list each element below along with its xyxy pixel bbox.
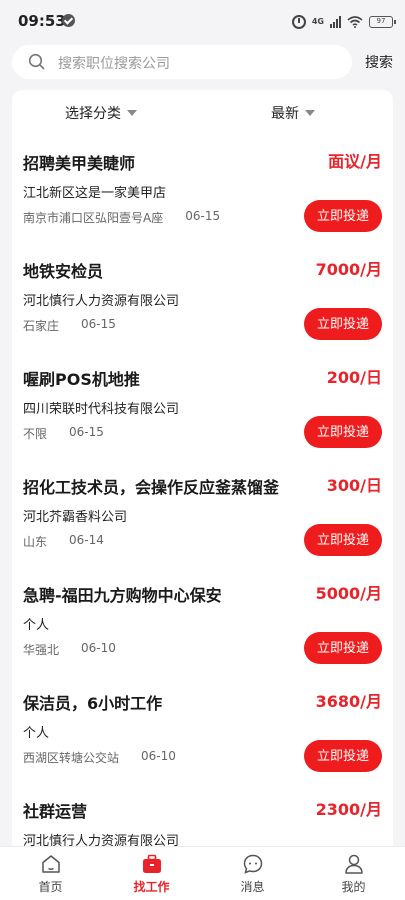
job-date: 06-15 <box>69 425 104 439</box>
apply-button[interactable]: 立即投递 <box>304 308 382 340</box>
job-salary: 面议/月 <box>328 152 382 171</box>
job-date: 06-10 <box>81 641 116 655</box>
job-meta: 山东 06-14 <box>23 533 104 550</box>
job-location: 华强北 <box>23 643 60 657</box>
search-button[interactable]: 搜索 <box>365 52 393 72</box>
job-meta: 西湖区转塘公交站 06-10 <box>23 749 176 766</box>
apply-button[interactable]: 立即投递 <box>304 200 382 232</box>
caret-down-icon <box>127 110 137 116</box>
job-company: 河北芥霸香料公司 <box>23 510 128 525</box>
tab-home[interactable]: 首页 <box>0 847 101 900</box>
wifi-icon <box>347 16 363 28</box>
filter-bar: 选择分类 最新 <box>12 90 393 134</box>
job-list: 选择分类 最新 招聘美甲美睫师 面议/月 江北新区这是一家美甲店 南京市浦口区弘… <box>12 90 393 850</box>
category-filter-label: 选择分类 <box>65 106 121 122</box>
job-company: 个人 <box>23 726 50 741</box>
apply-button[interactable]: 立即投递 <box>304 740 382 772</box>
job-item[interactable]: 保洁员，6小时工作 3680/月 个人 西湖区转塘公交站 06-10 立即投递 <box>12 674 393 782</box>
job-title: 急聘-福田九方购物中心保安 <box>23 586 222 605</box>
job-date: 06-10 <box>141 749 176 763</box>
tab-jobs[interactable]: 找工作 <box>101 847 202 900</box>
bottom-tab-bar: 首页 找工作 消息 我的 <box>0 846 405 900</box>
job-title: 招聘美甲美睫师 <box>23 154 136 173</box>
apply-button[interactable]: 立即投递 <box>304 524 382 556</box>
job-item[interactable]: 招聘美甲美睫师 面议/月 江北新区这是一家美甲店 南京市浦口区弘阳壹号A座 06… <box>12 134 393 242</box>
job-item[interactable]: 急聘-福田九方购物中心保安 5000/月 个人 华强北 06-10 立即投递 <box>12 566 393 674</box>
job-item[interactable]: 社群运营 2300/月 河北慎行人力资源有限公司 立即投递 <box>12 782 393 850</box>
job-item[interactable]: 招化工技术员，会操作反应釜蒸馏釜 300/日 河北芥霸香料公司 山东 06-14… <box>12 458 393 566</box>
tab-label: 找工作 <box>133 880 170 894</box>
signal-icon <box>330 16 341 28</box>
job-salary: 7000/月 <box>315 260 382 279</box>
search-input[interactable]: 搜索职位搜索公司 <box>12 45 352 79</box>
job-meta: 石家庄 06-15 <box>23 317 116 334</box>
job-title: 保洁员，6小时工作 <box>23 694 163 713</box>
tab-label: 我的 <box>341 880 366 894</box>
status-bar: 09:53 4G 97 <box>0 0 405 44</box>
job-company: 江北新区这是一家美甲店 <box>23 186 167 201</box>
job-location: 石家庄 <box>23 319 60 333</box>
job-location: 山东 <box>23 535 48 549</box>
tab-label: 首页 <box>38 880 63 894</box>
sort-filter[interactable]: 最新 <box>271 103 315 123</box>
search-placeholder: 搜索职位搜索公司 <box>58 56 170 72</box>
status-icons: 4G 97 <box>291 13 396 31</box>
tab-profile[interactable]: 我的 <box>303 847 404 900</box>
job-salary: 200/日 <box>326 368 382 387</box>
job-salary: 5000/月 <box>315 584 382 603</box>
home-icon <box>41 855 60 873</box>
job-title: 招化工技术员，会操作反应釜蒸馏釜 <box>23 478 280 497</box>
job-location: 南京市浦口区弘阳壹号A座 <box>23 211 164 225</box>
alarm-icon <box>291 15 306 29</box>
job-meta: 华强北 06-10 <box>23 641 116 658</box>
job-salary: 300/日 <box>326 476 382 495</box>
message-icon <box>243 854 262 874</box>
status-time: 09:53 <box>18 12 66 30</box>
apply-button[interactable]: 立即投递 <box>304 632 382 664</box>
sort-filter-label: 最新 <box>271 106 299 122</box>
job-company: 个人 <box>23 618 50 633</box>
category-filter[interactable]: 选择分类 <box>65 103 137 123</box>
tab-label: 消息 <box>240 880 265 894</box>
battery-icon: 97 <box>369 16 396 28</box>
job-meta: 南京市浦口区弘阳壹号A座 06-15 <box>23 209 220 226</box>
job-company: 河北慎行人力资源有限公司 <box>23 294 180 309</box>
caret-down-icon <box>305 110 315 116</box>
app-screen: 09:53 4G 97 搜索职位搜索公司 搜索 选择分类 最新 招聘美甲美睫师 … <box>0 0 405 900</box>
job-salary: 3680/月 <box>315 692 382 711</box>
job-title: 社群运营 <box>23 802 88 821</box>
check-icon <box>62 14 75 27</box>
job-title: 地铁安检员 <box>23 262 104 281</box>
network-type: 4G <box>311 17 324 26</box>
tab-messages[interactable]: 消息 <box>202 847 303 900</box>
job-location: 不限 <box>23 427 48 441</box>
job-meta: 不限 06-15 <box>23 425 104 442</box>
job-item[interactable]: 地铁安检员 7000/月 河北慎行人力资源有限公司 石家庄 06-15 立即投递 <box>12 242 393 350</box>
job-company: 四川荣联时代科技有限公司 <box>23 402 180 417</box>
job-item[interactable]: 喔刷POS机地推 200/日 四川荣联时代科技有限公司 不限 06-15 立即投… <box>12 350 393 458</box>
briefcase-icon <box>142 854 161 873</box>
search-icon <box>28 53 45 70</box>
job-title: 喔刷POS机地推 <box>23 370 140 389</box>
job-date: 06-15 <box>185 209 221 223</box>
job-date: 06-15 <box>81 317 116 331</box>
apply-button[interactable]: 立即投递 <box>304 416 382 448</box>
job-date: 06-14 <box>69 533 104 547</box>
job-salary: 2300/月 <box>315 800 382 819</box>
profile-icon <box>344 854 363 874</box>
job-location: 西湖区转塘公交站 <box>23 751 120 765</box>
